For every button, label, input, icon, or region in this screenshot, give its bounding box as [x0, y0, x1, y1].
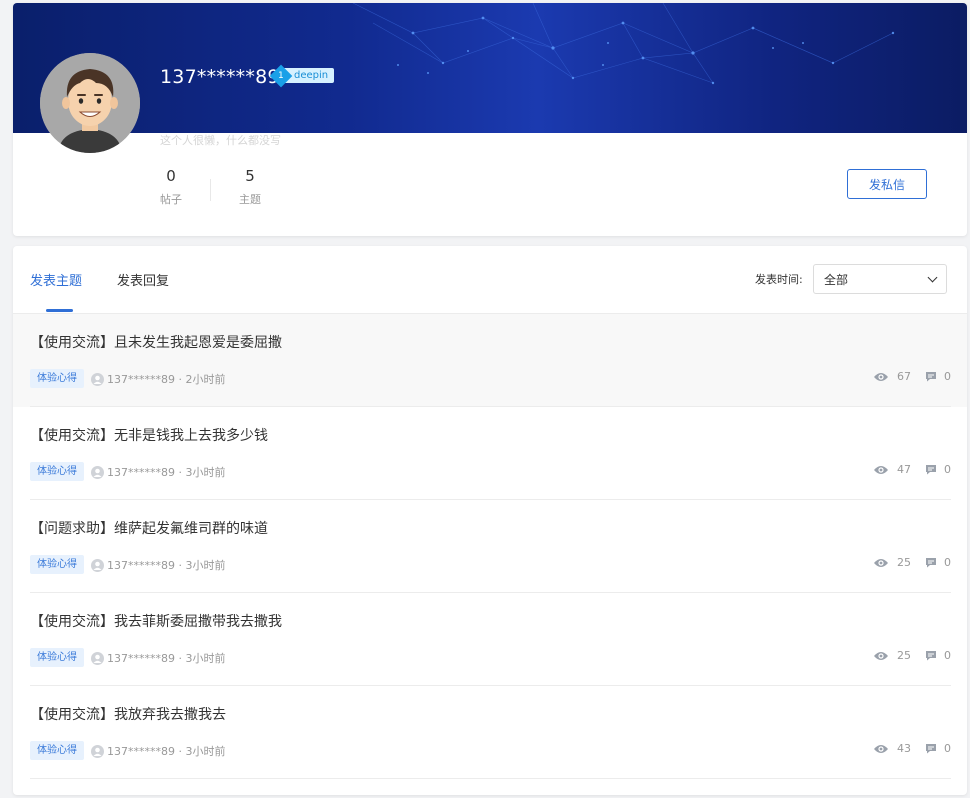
post-replies-count: 0	[944, 463, 951, 476]
level-badge: 1 deepin	[269, 64, 335, 87]
eye-icon	[873, 557, 897, 569]
post-author[interactable]: 137******89	[107, 745, 175, 758]
post-time: 3小时前	[185, 745, 226, 758]
filter-label: 发表时间:	[755, 273, 803, 286]
eye-icon	[873, 743, 897, 755]
user-icon	[91, 744, 104, 758]
post-views: 47	[873, 463, 911, 476]
post-replies: 0	[925, 370, 951, 383]
post-row[interactable]: 【问题求助】维萨起发氟维司群的味道 体验心得 137******89 · 3小时前 2…	[13, 500, 967, 593]
post-category-tag[interactable]: 体验心得	[30, 462, 84, 481]
post-replies-count: 0	[944, 556, 951, 569]
post-views-count: 25	[897, 556, 911, 569]
avatar-illustration	[40, 53, 140, 153]
tab-topics[interactable]: 发表主题	[30, 270, 82, 289]
send-private-message-button[interactable]: 发私信	[847, 169, 927, 199]
user-icon	[91, 651, 104, 665]
comment-icon	[925, 371, 944, 382]
avatar[interactable]	[40, 53, 140, 153]
post-replies-count: 0	[944, 742, 951, 755]
post-meta: 137******89 · 2小时前	[91, 371, 226, 387]
tabs-bar: 发表主题 发表回复 发表时间: 全部	[13, 246, 967, 314]
user-icon	[91, 372, 104, 386]
tab-replies[interactable]: 发表回复	[117, 270, 169, 289]
post-row[interactable]: 【使用交流】我放弃我去撒我去 体验心得 137******89 · 3小时前 43 0	[13, 686, 967, 779]
post-replies: 0	[925, 649, 951, 662]
active-tab-indicator	[46, 309, 73, 312]
eye-icon	[873, 464, 897, 476]
comment-icon	[925, 650, 944, 661]
eye-icon	[873, 371, 897, 383]
stat-divider	[210, 179, 211, 201]
stat-topics[interactable]: 5 主题	[230, 167, 270, 207]
post-time: 3小时前	[185, 559, 226, 572]
post-title[interactable]: 【使用交流】无非是钱我上去我多少钱	[30, 425, 268, 445]
post-replies-count: 0	[944, 370, 951, 383]
post-author[interactable]: 137******89	[107, 559, 175, 572]
stat-posts-value: 0	[166, 167, 176, 185]
post-replies: 0	[925, 742, 951, 755]
post-category-tag[interactable]: 体验心得	[30, 555, 84, 574]
level-number: 1	[278, 70, 284, 81]
eye-icon	[873, 650, 897, 662]
post-views: 43	[873, 742, 911, 755]
post-title[interactable]: 【问题求助】维萨起发氟维司群的味道	[30, 518, 268, 538]
meta-separator: ·	[175, 744, 186, 758]
post-author[interactable]: 137******89	[107, 466, 175, 479]
stat-topics-label: 主题	[239, 193, 261, 206]
post-meta: 137******89 · 3小时前	[91, 464, 226, 480]
post-author[interactable]: 137******89	[107, 373, 175, 386]
banner-network-pattern	[352, 3, 895, 85]
post-list-card: 发表主题 发表回复 发表时间: 全部 【使用交流】且未发生我起恩爱是委屈撒 体验心…	[13, 246, 967, 795]
comment-icon	[925, 464, 944, 475]
post-time: 3小时前	[185, 466, 226, 479]
post-title[interactable]: 【使用交流】且未发生我起恩爱是委屈撒	[30, 332, 282, 352]
user-icon	[91, 465, 104, 479]
post-row[interactable]: 【使用交流】我去菲斯委屈撒带我去撒我 体验心得 137******89 · 3小时前…	[13, 593, 967, 686]
meta-separator: ·	[175, 651, 186, 665]
post-category-tag[interactable]: 体验心得	[30, 741, 84, 760]
post-author[interactable]: 137******89	[107, 652, 175, 665]
time-filter-select[interactable]: 全部	[813, 264, 947, 294]
post-title[interactable]: 【使用交流】我去菲斯委屈撒带我去撒我	[30, 611, 282, 631]
post-views: 25	[873, 556, 911, 569]
post-replies: 0	[925, 556, 951, 569]
post-views: 25	[873, 649, 911, 662]
post-category-tag[interactable]: 体验心得	[30, 648, 84, 667]
meta-separator: ·	[175, 558, 186, 572]
post-row[interactable]: 【使用交流】无非是钱我上去我多少钱 体验心得 137******89 · 3小时前 4…	[13, 407, 967, 500]
comment-icon	[925, 743, 944, 754]
time-filter-value: 全部	[824, 272, 849, 287]
stat-topics-value: 5	[245, 167, 255, 185]
post-time: 3小时前	[185, 652, 226, 665]
post-category-tag[interactable]: 体验心得	[30, 369, 84, 388]
post-meta: 137******89 · 3小时前	[91, 650, 226, 666]
post-title[interactable]: 【使用交流】我放弃我去撒我去	[30, 704, 226, 724]
post-views-count: 43	[897, 742, 911, 755]
stat-posts-label: 帖子	[160, 193, 182, 206]
post-views: 67	[873, 370, 911, 383]
post-views-count: 67	[897, 370, 911, 383]
post-views-count: 25	[897, 649, 911, 662]
row-divider	[30, 778, 951, 779]
meta-separator: ·	[175, 372, 186, 386]
user-signature: 这个人很懒，什么都没写	[160, 134, 281, 147]
user-icon	[91, 558, 104, 572]
post-replies: 0	[925, 463, 951, 476]
post-replies-count: 0	[944, 649, 951, 662]
post-meta: 137******89 · 3小时前	[91, 743, 226, 759]
post-meta: 137******89 · 3小时前	[91, 557, 226, 573]
username: 137******89	[160, 66, 280, 88]
comment-icon	[925, 557, 944, 568]
profile-banner	[13, 3, 967, 133]
post-row[interactable]: 【使用交流】且未发生我起恩爱是委屈撒 体验心得 137******89 · 2小时前…	[13, 314, 967, 407]
profile-card: 137******89 1 deepin 这个人很懒，什么都没写 0 帖子 5 …	[13, 3, 967, 236]
chevron-down-icon	[927, 272, 938, 282]
stat-posts[interactable]: 0 帖子	[151, 167, 191, 207]
meta-separator: ·	[175, 465, 186, 479]
post-time: 2小时前	[185, 373, 226, 386]
post-views-count: 47	[897, 463, 911, 476]
